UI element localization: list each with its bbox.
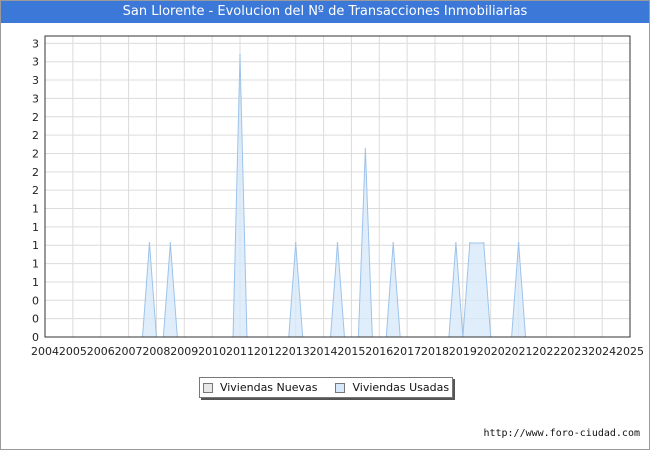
x-tick-label: 2017 <box>393 345 421 358</box>
x-tick-label: 2005 <box>59 345 87 358</box>
x-axis-ticks: 2004 2005 2006 2007 2008 2009 2010 2011 2012 2013… <box>31 345 644 358</box>
x-tick-label: 2016 <box>365 345 393 358</box>
x-tick-label: 2025 <box>616 345 644 358</box>
y-tick-label: 1 <box>32 203 39 216</box>
y-tick-label: 1 <box>32 221 39 234</box>
y-tick-label: 1 <box>32 276 39 289</box>
y-tick-label: 1 <box>32 258 39 271</box>
data-point <box>239 54 241 56</box>
x-tick-label: 2006 <box>87 345 115 358</box>
data-point <box>294 242 297 244</box>
y-tick-label: 1 <box>32 239 39 252</box>
y-tick-label: 0 <box>32 313 39 326</box>
source-url: http://www.foro-ciudad.com <box>483 428 640 439</box>
legend: Viviendas Nuevas Viviendas Usadas <box>199 377 453 398</box>
legend-label-usadas: Viviendas Usadas <box>352 381 450 394</box>
y-tick-label: 2 <box>32 166 39 179</box>
y-tick-label: 3 <box>32 56 39 69</box>
x-tick-label: 2019 <box>449 345 477 358</box>
y-tick-label: 2 <box>32 147 39 160</box>
data-point <box>392 242 395 244</box>
y-tick-label: 2 <box>32 111 39 124</box>
y-tick-label: 0 <box>32 331 39 344</box>
y-tick-label: 3 <box>32 74 39 87</box>
data-point <box>148 242 151 244</box>
x-tick-label: 2015 <box>337 345 365 358</box>
x-tick-label: 2023 <box>560 345 588 358</box>
legend-item-viviendas-usadas: Viviendas Usadas <box>335 381 449 394</box>
x-tick-label: 2024 <box>588 345 616 358</box>
data-point <box>455 242 457 244</box>
x-tick-label: 2014 <box>310 345 338 358</box>
y-tick-label: 2 <box>32 184 39 197</box>
x-tick-label: 2020 <box>477 345 505 358</box>
data-point <box>169 242 172 244</box>
x-tick-label: 2013 <box>282 345 310 358</box>
legend-swatch-nuevas <box>202 382 213 393</box>
data-point <box>469 242 471 244</box>
y-tick-label: 3 <box>32 37 39 50</box>
data-point <box>364 148 367 150</box>
legend-label-nuevas: Viviendas Nuevas <box>219 381 318 394</box>
x-tick-label: 2011 <box>226 345 254 358</box>
legend-swatch-usadas <box>335 382 346 393</box>
y-tick-label: 3 <box>32 92 39 105</box>
y-axis-ticks: 0 0 0 1 1 1 1 1 2 2 2 2 2 3 3 3 3 <box>32 37 39 344</box>
x-tick-label: 2009 <box>170 345 198 358</box>
x-tick-label: 2021 <box>505 345 533 358</box>
y-tick-label: 2 <box>32 129 39 142</box>
x-tick-label: 2007 <box>115 345 143 358</box>
data-point <box>482 242 485 244</box>
x-tick-label: 2010 <box>198 345 226 358</box>
y-tick-label: 0 <box>32 294 39 307</box>
x-tick-label: 2012 <box>254 345 282 358</box>
data-point <box>336 242 339 244</box>
data-point <box>517 242 520 244</box>
x-tick-label: 2008 <box>142 345 170 358</box>
x-tick-label: 2018 <box>421 345 449 358</box>
x-tick-label: 2022 <box>532 345 560 358</box>
x-tick-label: 2004 <box>31 345 59 358</box>
legend-item-viviendas-nuevas: Viviendas Nuevas <box>202 381 318 394</box>
